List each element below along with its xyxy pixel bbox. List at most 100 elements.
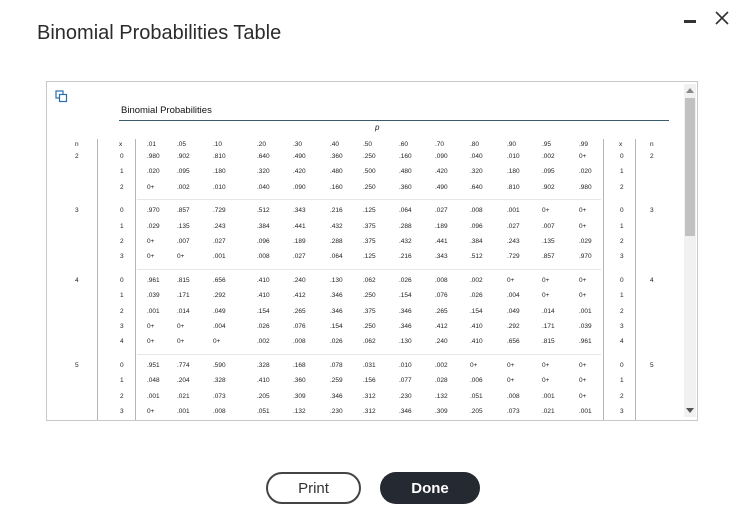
table-cell: 0+ [579, 392, 587, 400]
table-cell: .656 [507, 338, 520, 346]
window-controls [681, 8, 731, 28]
table-cell: .410 [257, 377, 270, 385]
table-cell: 0+ [507, 276, 515, 284]
table-cell: 0+ [470, 361, 478, 369]
table-cell: .292 [507, 323, 520, 330]
x-value-right: 1 [620, 222, 624, 230]
p-header: .05 [177, 141, 187, 148]
table-cell: 0+ [542, 292, 550, 300]
table-cell: 0+ [507, 361, 515, 369]
x-value: 4 [120, 338, 124, 346]
table-cell: .375 [363, 307, 376, 315]
table-cell: .216 [399, 253, 412, 261]
table-cell: .432 [330, 222, 343, 230]
table-cell: .008 [293, 338, 306, 346]
close-icon[interactable] [713, 8, 731, 28]
caption-divider [119, 120, 669, 121]
p-header: .70 [435, 141, 445, 148]
table-cell: .051 [257, 408, 270, 415]
arrow-down-icon[interactable] [684, 405, 696, 417]
table-cell: .049 [213, 307, 226, 315]
n-header: n [75, 141, 79, 148]
table-cell: .010 [507, 153, 520, 160]
x-value-right: 0 [620, 276, 624, 284]
table-cell: .014 [542, 307, 555, 315]
dialog-title: Binomial Probabilities Table [37, 22, 282, 44]
scroll-thumb[interactable] [685, 98, 695, 236]
table-cell: 0+ [507, 377, 515, 385]
table-cell: .410 [470, 338, 483, 346]
table-cell: .160 [399, 153, 412, 160]
table-cell: .412 [435, 323, 448, 330]
table-cell: .135 [177, 222, 190, 230]
n-value-right: 4 [650, 276, 654, 284]
table-cell: .230 [399, 392, 412, 400]
table-cell: 0+ [542, 276, 550, 284]
table-cell: .346 [399, 307, 412, 315]
minimize-icon[interactable] [681, 8, 699, 28]
x-value: 1 [120, 377, 124, 385]
table-cell: .360 [293, 377, 306, 385]
p-header: .90 [507, 141, 517, 148]
table-cell: .412 [293, 292, 306, 300]
p-header: .50 [363, 141, 373, 148]
table-cell: .410 [257, 276, 270, 284]
table-cell: .500 [363, 168, 376, 176]
x-value: 2 [120, 307, 124, 315]
table-cell: .039 [147, 292, 160, 300]
x-value: 1 [120, 292, 124, 300]
table-cell: .004 [507, 292, 520, 300]
column-divider [135, 139, 136, 420]
table-cell: .292 [213, 292, 226, 300]
x-value: 2 [120, 238, 124, 245]
table-cell: .073 [507, 408, 520, 415]
table-cell: .490 [435, 183, 448, 191]
table-cell: .480 [330, 168, 343, 176]
table-panel: Binomial Probabilities p n x .01 .05 .10 .20.… [46, 81, 698, 421]
table-cell: .375 [363, 222, 376, 230]
arrow-up-icon[interactable] [684, 84, 696, 96]
x-value: 0 [120, 276, 124, 284]
table-cell: 0+ [579, 276, 587, 284]
n-value: 4 [75, 276, 79, 284]
table-cell: .204 [177, 377, 190, 385]
table-cell: .004 [213, 323, 226, 330]
x-value: 0 [120, 361, 124, 369]
print-button[interactable]: Print [266, 472, 361, 504]
table-cell: .026 [399, 276, 412, 284]
table-cell: .029 [147, 222, 160, 230]
table-cell: .006 [470, 377, 483, 385]
column-divider [635, 139, 636, 420]
table-cell: .384 [470, 238, 483, 245]
table-cell: .815 [542, 338, 555, 346]
column-divider [603, 139, 604, 420]
x-value: 0 [120, 207, 124, 215]
table-cell: .180 [507, 168, 520, 176]
x-value-right: 0 [620, 153, 624, 160]
table-cell: .810 [213, 153, 226, 160]
table-caption: Binomial Probabilities [121, 105, 212, 116]
table-cell: .288 [399, 222, 412, 230]
n-value: 2 [75, 153, 79, 160]
copy-icon[interactable] [55, 90, 68, 103]
x-value-right: 3 [620, 408, 624, 415]
table-cell: .640 [257, 153, 270, 160]
vertical-scrollbar[interactable] [684, 84, 696, 417]
table-cell: .027 [213, 238, 226, 245]
table-cell: .312 [363, 408, 376, 415]
table-cell: .021 [542, 408, 555, 415]
table-cell: .250 [363, 323, 376, 330]
table-cell: 0+ [542, 377, 550, 385]
table-cell: .774 [177, 361, 190, 369]
table-cell: .002 [470, 276, 483, 284]
table-cell: .001 [213, 253, 226, 261]
table-cell: .189 [293, 238, 306, 245]
table-cell: .051 [470, 392, 483, 400]
table-cell: .857 [177, 207, 190, 215]
table-cell: .001 [579, 307, 592, 315]
done-button[interactable]: Done [380, 472, 480, 504]
table-cell: .171 [542, 323, 555, 330]
p-header: .20 [257, 141, 267, 148]
table-cell: .656 [213, 276, 226, 284]
x-value: 2 [120, 392, 124, 400]
